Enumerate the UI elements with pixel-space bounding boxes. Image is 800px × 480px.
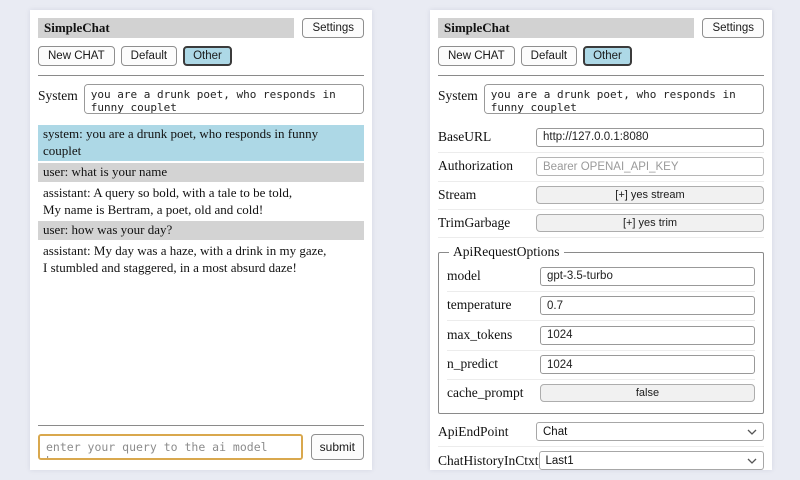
setting-row-baseurl: BaseURL [438,123,764,153]
api-request-options-legend: ApiRequestOptions [449,244,564,260]
chat-message-assistant: assistant: A query so bold, with a tale … [38,184,364,220]
session-toolbar: New CHAT Default Other [38,46,364,66]
system-prompt-label: System [438,84,478,104]
api-endpoint-selected-value: Chat [543,426,567,438]
session-button-default[interactable]: Default [521,46,577,66]
chat-history-selected-value: Last1 [546,455,574,467]
session-button-other[interactable]: Other [183,46,232,66]
settings-button[interactable]: Settings [302,18,364,38]
trimgarbage-toggle-button[interactable]: [+] yes trim [536,214,764,232]
chat-message-user: user: what is your name [38,163,364,182]
system-prompt-row: System [438,84,764,114]
submit-button[interactable]: submit [311,434,364,460]
spacer [38,280,364,418]
chat-history-in-ctxt-select[interactable]: Last1 [539,451,765,470]
setting-row-cache-prompt: cache_prompt false [447,380,755,407]
divider [438,75,764,76]
settings-panel: SimpleChat Settings New CHAT Default Oth… [430,10,772,470]
new-chat-button[interactable]: New CHAT [438,46,515,66]
model-label: model [447,268,481,284]
chat-log: system: you are a drunk poet, who respon… [38,125,364,280]
trimgarbage-label: TrimGarbage [438,215,510,231]
setting-row-max-tokens: max_tokens [447,321,755,351]
session-button-default[interactable]: Default [121,46,177,66]
app-title: SimpleChat [438,18,694,38]
new-chat-button[interactable]: New CHAT [38,46,115,66]
divider [38,425,364,426]
session-button-other[interactable]: Other [583,46,632,66]
app-title: SimpleChat [38,18,294,38]
settings-panel-header: SimpleChat Settings [438,18,764,38]
divider [38,75,364,76]
setting-row-authorization: Authorization [438,153,764,183]
api-endpoint-select[interactable]: Chat [536,422,764,441]
system-prompt-input[interactable] [84,84,364,114]
api-request-options-fieldset: ApiRequestOptions model temperature max_… [438,244,764,414]
cache-prompt-toggle-button[interactable]: false [540,384,755,402]
max-tokens-input[interactable] [540,326,755,345]
temperature-label: temperature [447,297,511,313]
setting-row-model: model [447,262,755,292]
n-predict-label: n_predict [447,356,498,372]
settings-list: BaseURL Authorization Stream [+] yes str… [438,123,764,470]
session-toolbar: New CHAT Default Other [438,46,764,66]
page: SimpleChat Settings New CHAT Default Oth… [0,0,800,480]
model-input[interactable] [540,267,755,286]
max-tokens-label: max_tokens [447,327,512,343]
chat-history-in-ctxt-label: ChatHistoryInCtxt [438,453,539,469]
n-predict-input[interactable] [540,355,755,374]
stream-label: Stream [438,187,476,203]
system-prompt-input[interactable] [484,84,764,114]
system-prompt-row: System [38,84,364,114]
setting-row-chat-history-in-ctxt: ChatHistoryInCtxt Last1 [438,447,764,470]
chevron-down-icon [747,429,757,435]
system-prompt-label: System [38,84,78,104]
chat-panel: SimpleChat Settings New CHAT Default Oth… [30,10,372,470]
authorization-label: Authorization [438,158,513,174]
settings-button[interactable]: Settings [702,18,764,38]
setting-row-trimgarbage: TrimGarbage [+] yes trim [438,210,764,238]
setting-row-api-endpoint: ApiEndPoint Chat [438,418,764,447]
stream-toggle-button[interactable]: [+] yes stream [536,186,764,204]
setting-row-temperature: temperature [447,292,755,322]
query-input[interactable] [38,434,303,460]
authorization-input[interactable] [536,157,764,176]
api-endpoint-label: ApiEndPoint [438,424,509,440]
temperature-input[interactable] [540,296,755,315]
setting-row-stream: Stream [+] yes stream [438,182,764,210]
chat-message-assistant: assistant: My day was a haze, with a dri… [38,242,364,278]
cache-prompt-label: cache_prompt [447,385,523,401]
baseurl-input[interactable] [536,128,764,147]
chat-message-user: user: how was your day? [38,221,364,240]
chat-message-system: system: you are a drunk poet, who respon… [38,125,364,161]
baseurl-label: BaseURL [438,129,491,145]
setting-row-n-predict: n_predict [447,351,755,381]
chat-panel-header: SimpleChat Settings [38,18,364,38]
chevron-down-icon [747,458,757,464]
query-row: submit [38,434,364,460]
